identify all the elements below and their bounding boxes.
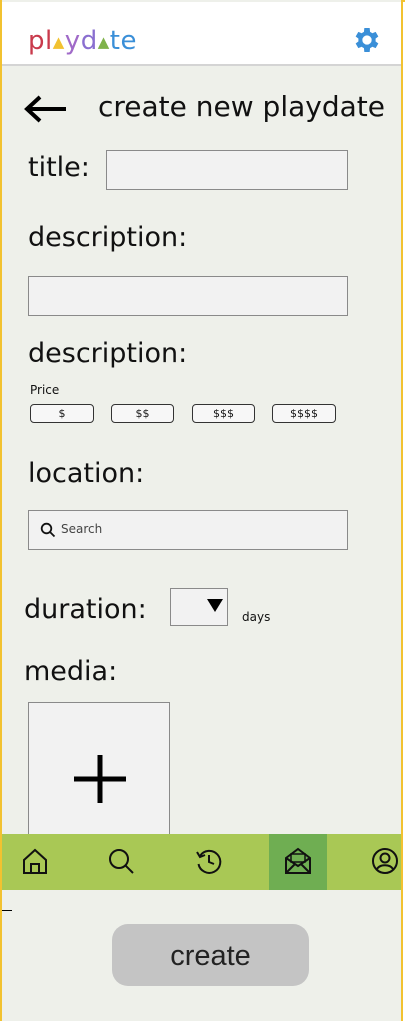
app-logo: pl▲yd▲te xyxy=(28,26,137,57)
logo-letter: p xyxy=(28,26,46,56)
create-button[interactable]: create xyxy=(112,924,309,986)
duration-label: duration: xyxy=(24,594,147,625)
description-input[interactable] xyxy=(28,276,348,316)
search-placeholder: Search xyxy=(61,522,103,536)
user-circle-icon xyxy=(372,848,398,874)
logo-letter: t xyxy=(109,26,121,56)
title-label: title: xyxy=(28,152,90,183)
media-label: media: xyxy=(24,656,118,687)
nav-inbox[interactable] xyxy=(269,834,327,890)
gear-icon[interactable] xyxy=(351,24,383,56)
nav-profile[interactable] xyxy=(356,834,401,890)
add-media-button[interactable] xyxy=(28,702,170,842)
bottom-nav xyxy=(2,834,401,890)
description-label: description: xyxy=(28,222,188,253)
duration-unit: days xyxy=(242,610,271,624)
logo-letter: l xyxy=(45,26,53,56)
history-icon xyxy=(196,849,222,874)
app-frame: pl▲yd▲te create new playdate title: desc… xyxy=(0,0,403,1021)
nav-history[interactable] xyxy=(180,834,238,890)
home-icon xyxy=(23,848,47,874)
nav-search[interactable] xyxy=(92,834,150,890)
logo-letter: d xyxy=(80,26,98,56)
search-icon xyxy=(109,849,134,874)
logo-letter: ▲ xyxy=(52,33,65,51)
divider xyxy=(2,910,12,911)
price-option-1[interactable]: $ xyxy=(30,404,94,423)
location-search-input[interactable]: Search xyxy=(28,510,348,550)
title-input[interactable] xyxy=(106,150,348,190)
logo-letter: ▲ xyxy=(97,33,110,51)
arrow-left-icon[interactable] xyxy=(22,93,70,125)
price-section-label: description: xyxy=(28,338,188,369)
location-label: location: xyxy=(28,458,145,489)
price-option-3[interactable]: $$$ xyxy=(192,404,255,423)
search-icon xyxy=(40,522,56,538)
app-header: pl▲yd▲te xyxy=(2,2,401,66)
price-option-2[interactable]: $$ xyxy=(111,404,174,423)
price-label: Price xyxy=(30,383,60,397)
price-option-4[interactable]: $$$$ xyxy=(272,404,336,423)
caret-down-icon xyxy=(207,599,223,612)
nav-home[interactable] xyxy=(6,834,64,890)
page-title: create new playdate xyxy=(98,90,385,123)
duration-dropdown[interactable] xyxy=(170,588,228,626)
envelope-open-icon xyxy=(285,847,311,874)
logo-letter: y xyxy=(64,26,81,56)
plus-icon xyxy=(74,755,126,803)
logo-letter: e xyxy=(120,26,137,56)
